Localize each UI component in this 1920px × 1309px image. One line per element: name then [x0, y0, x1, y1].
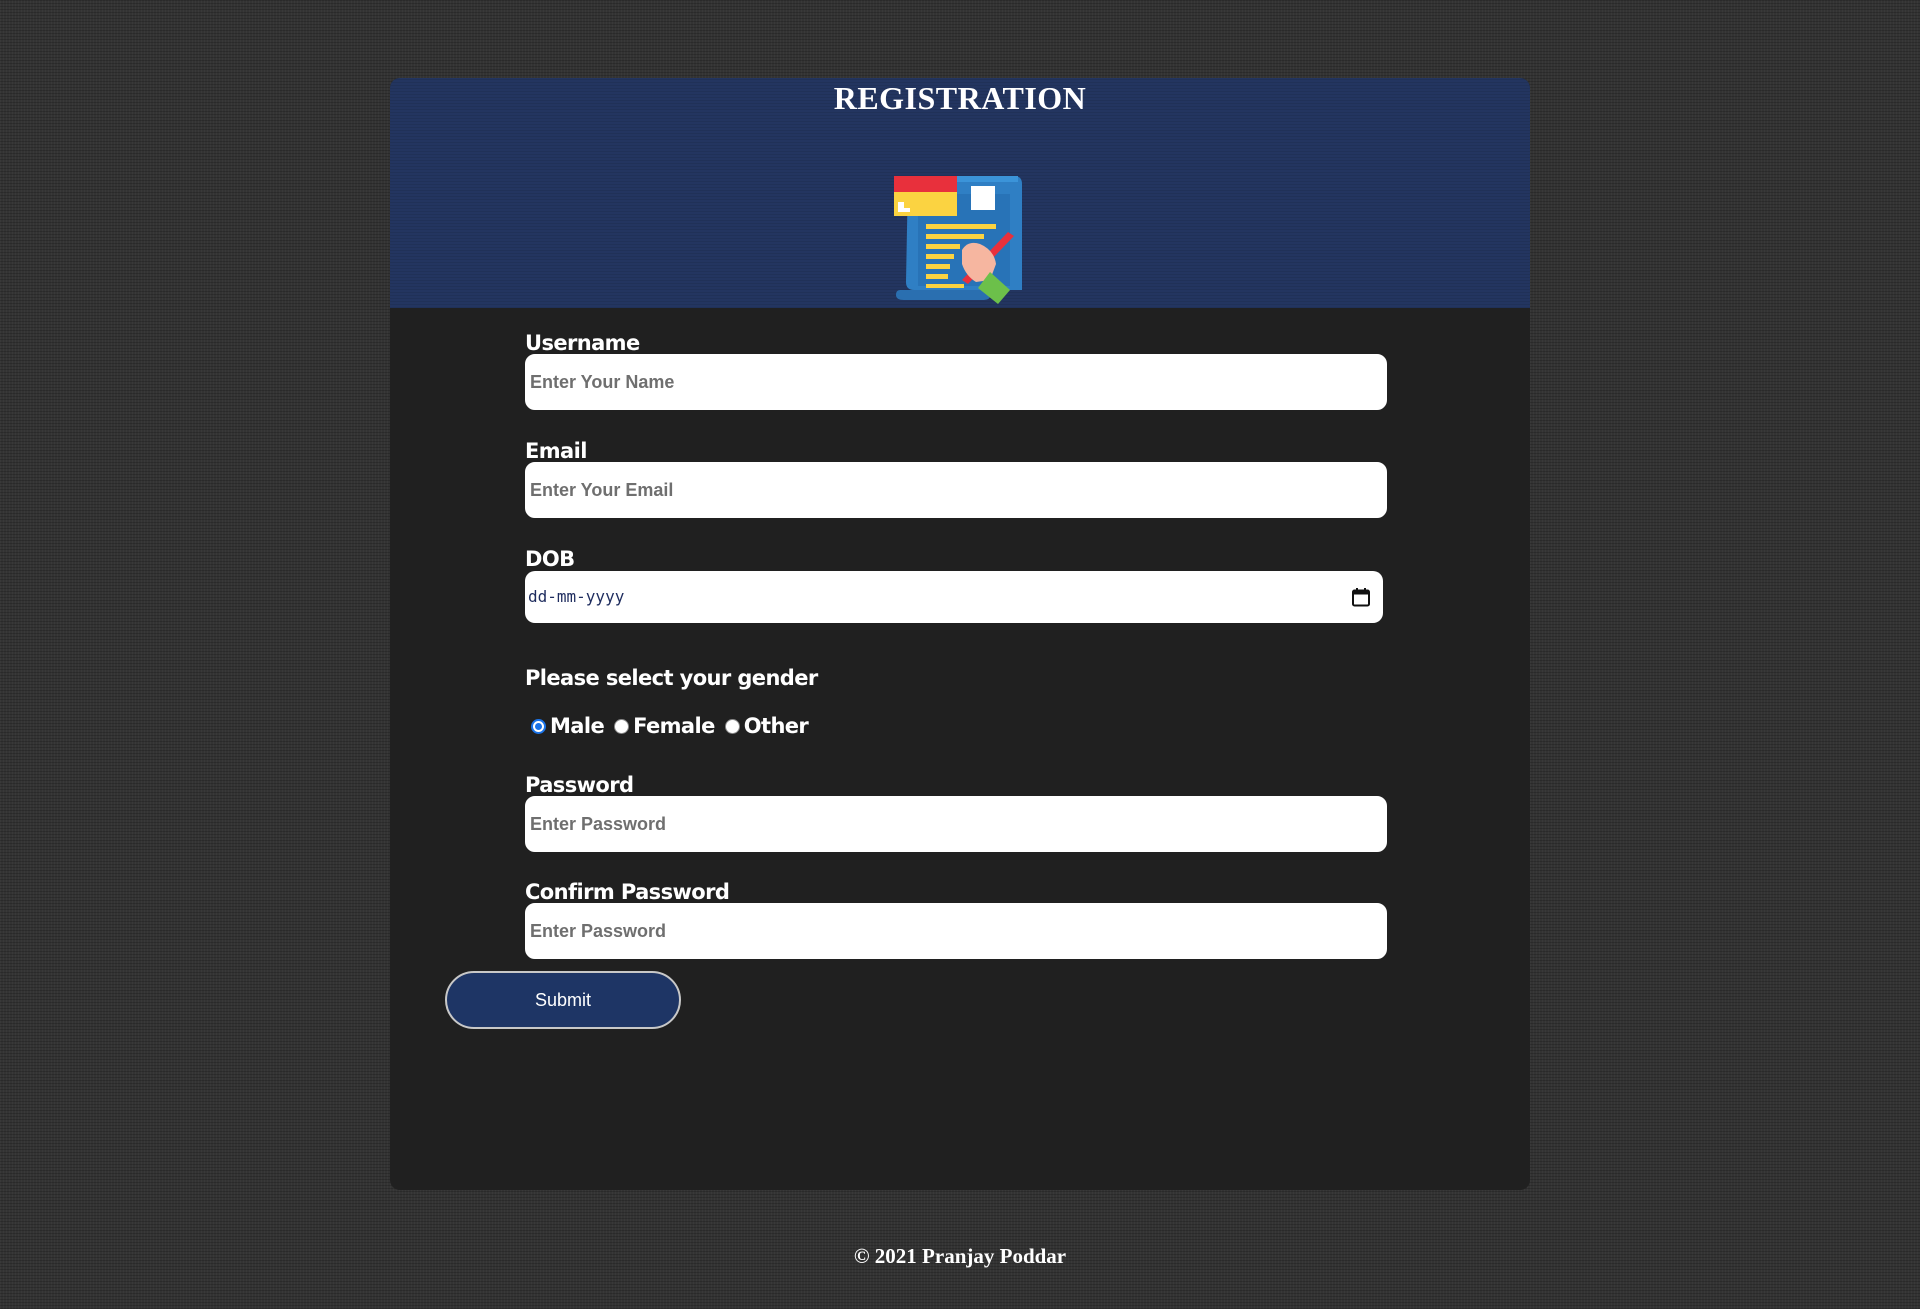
footer-copyright: © 2021 Pranjay Poddar	[853, 1244, 1067, 1268]
gender-label: Please select your gender	[525, 666, 818, 690]
username-input[interactable]	[525, 354, 1387, 410]
calendar-icon[interactable]	[1351, 587, 1371, 607]
confirm-password-input[interactable]	[525, 903, 1387, 959]
registration-document-icon	[890, 164, 1030, 304]
dob-input[interactable]: dd-mm-yyyy	[525, 571, 1383, 623]
gender-radio-group: Male Female Other	[525, 711, 812, 741]
password-label: Password	[525, 773, 634, 797]
dob-placeholder: dd-mm-yyyy	[528, 587, 625, 606]
confirm-password-label: Confirm Password	[525, 880, 730, 904]
gender-radio-male[interactable]	[531, 718, 546, 734]
dob-label: DOB	[525, 547, 575, 571]
page-title: REGISTRATION	[833, 80, 1087, 116]
username-label: Username	[525, 331, 640, 355]
email-input[interactable]	[525, 462, 1387, 518]
gender-radio-female[interactable]	[614, 718, 630, 734]
gender-option-label: Male	[550, 714, 605, 738]
email-label: Email	[525, 439, 587, 463]
submit-button[interactable]: Submit	[445, 971, 681, 1029]
card-header: REGISTRATION	[390, 78, 1530, 308]
gender-option-label: Other	[743, 714, 809, 738]
gender-option-label: Female	[633, 714, 715, 738]
gender-radio-other[interactable]	[724, 718, 740, 734]
password-input[interactable]	[525, 796, 1387, 852]
